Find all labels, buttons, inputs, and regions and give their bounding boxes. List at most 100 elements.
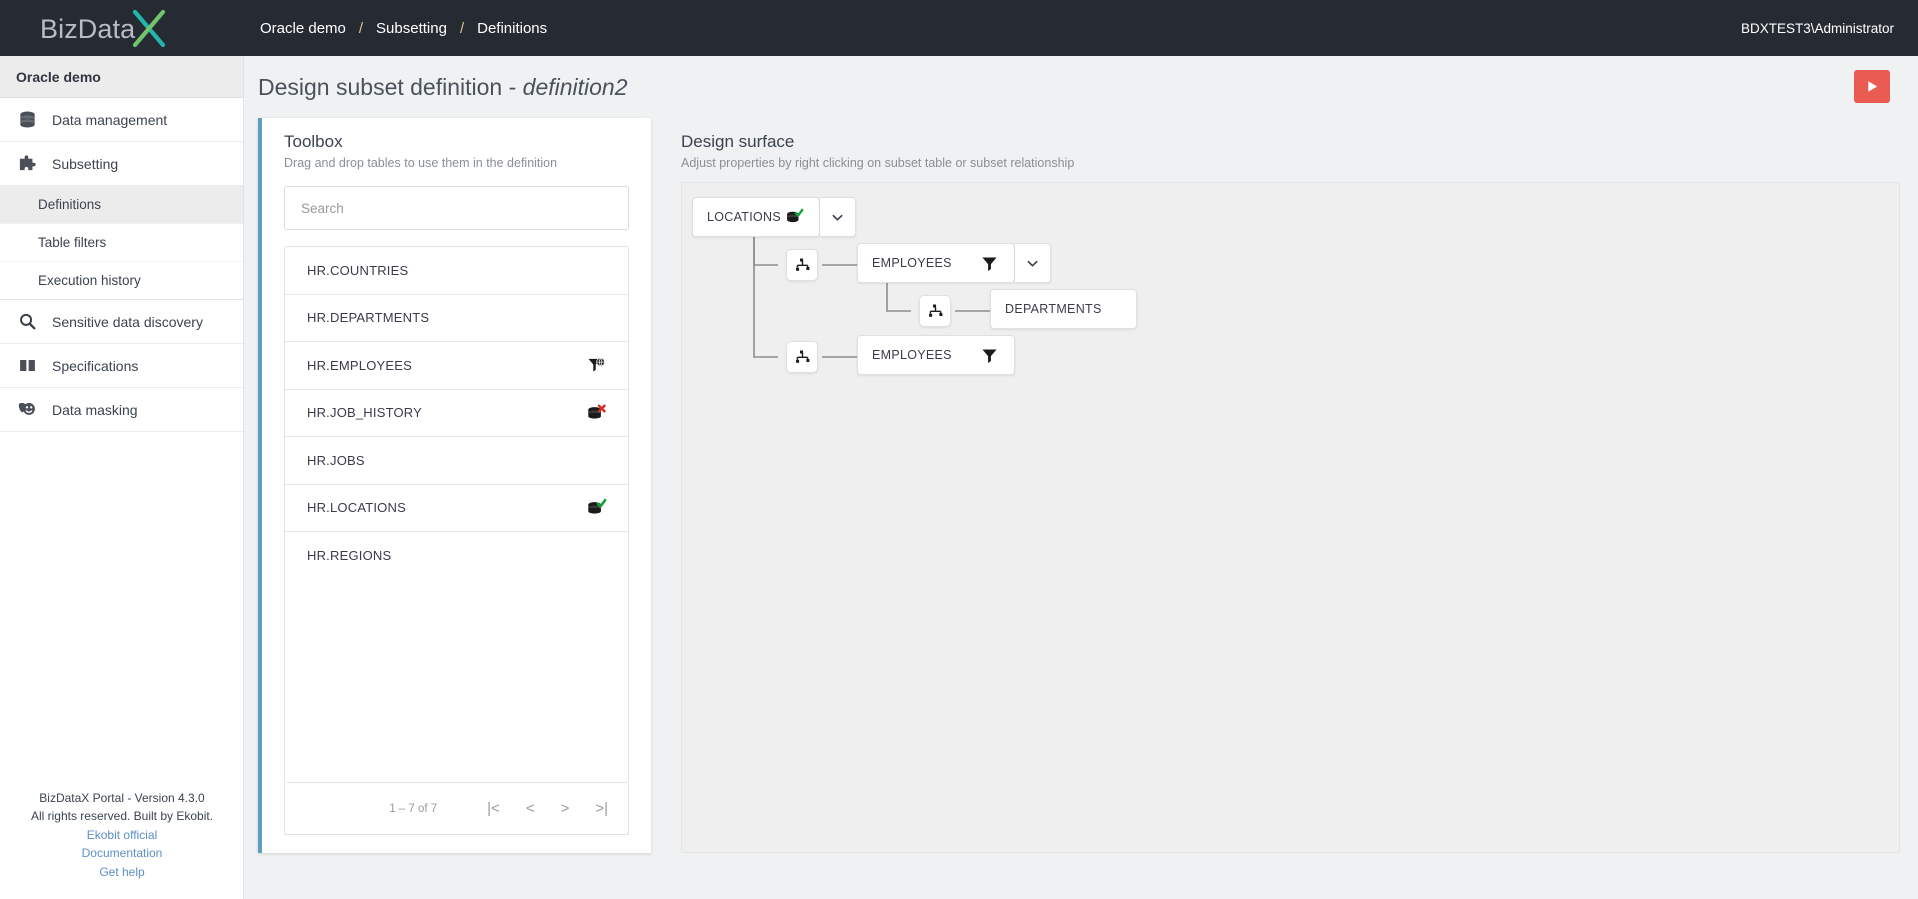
table-row[interactable]: HR.EMPLOYEES — [285, 342, 628, 390]
breadcrumb: Oracle demo / Subsetting / Definitions — [260, 20, 547, 37]
database-error-icon — [584, 401, 608, 425]
user-account-label[interactable]: BDXTEST3\Administrator — [1741, 0, 1894, 56]
table-name: HR.COUNTRIES — [307, 262, 409, 278]
logo-text: BizData — [40, 8, 167, 48]
sidebar-item-subsetting[interactable]: Subsetting — [0, 142, 243, 186]
design-surface-title: Design surface — [681, 132, 795, 151]
design-node-departments[interactable]: DEPARTMENTS — [990, 289, 1137, 329]
design-canvas[interactable]: LOCATIONS EMPLOYEES DEPARTMENTS EMPLOYEE… — [681, 182, 1900, 853]
sidebar-item-label: Sensitive data discovery — [52, 313, 203, 330]
sidebar-item-label: Specifications — [52, 357, 139, 374]
node-label: EMPLOYEES — [872, 256, 952, 270]
node-label: LOCATIONS — [707, 210, 782, 224]
page-title-prefix: Design subset definition - — [258, 73, 523, 100]
sidebar-item-label: Execution history — [38, 273, 141, 288]
footer-link-get-help[interactable]: Get help — [0, 863, 244, 882]
database-check-icon — [584, 496, 608, 520]
sidebar-item-specifications[interactable]: Specifications — [0, 344, 243, 388]
sidebar-item-table-filters[interactable]: Table filters — [0, 224, 243, 262]
main-content: Design subset definition - definition2 T… — [244, 56, 1918, 899]
table-status-icon-none — [584, 448, 608, 472]
sidebar: Oracle demo Data management Subsetting D… — [0, 56, 244, 899]
table-status-icon-none — [584, 306, 608, 330]
node-locations-expand-button[interactable] — [820, 197, 856, 237]
sidebar-project-name: Oracle demo — [0, 56, 243, 98]
run-button[interactable] — [1854, 70, 1890, 103]
book-icon — [16, 355, 38, 377]
footer-link-documentation[interactable]: Documentation — [0, 844, 244, 863]
footer-rights: All rights reserved. Built by Ekobit. — [30, 809, 214, 823]
table-name: HR.REGIONS — [307, 548, 392, 564]
table-list: HR.COUNTRIES HR.DEPARTMENTS HR.EMPLOYEES — [284, 246, 629, 783]
design-surface-subtitle: Adjust properties by right clicking on s… — [681, 156, 1075, 170]
design-node-locations[interactable]: LOCATIONS — [692, 197, 820, 237]
last-page-button[interactable]: >| — [593, 797, 610, 820]
search-input[interactable] — [301, 200, 612, 216]
breadcrumb-item-2[interactable]: Definitions — [477, 20, 547, 37]
design-relationship-node[interactable] — [919, 295, 951, 327]
design-surface-header: Design surface Adjust properties by righ… — [681, 118, 1900, 182]
table-row[interactable]: HR.JOB_HISTORY — [285, 390, 628, 437]
database-icon — [16, 109, 38, 131]
sidebar-item-label: Data management — [52, 111, 168, 128]
sidebar-item-data-management[interactable]: Data management — [0, 98, 243, 142]
table-row[interactable]: HR.COUNTRIES — [285, 247, 628, 295]
breadcrumb-item-1[interactable]: Subsetting — [376, 20, 447, 37]
table-name: HR.JOBS — [307, 452, 365, 468]
table-status-icon-none — [584, 258, 608, 282]
toolbox-header: Toolbox Drag and drop tables to use them… — [262, 118, 651, 182]
chevron-down-icon — [1027, 260, 1038, 267]
play-icon — [1867, 81, 1877, 92]
database-check-icon — [783, 206, 805, 228]
table-name: HR.JOB_HISTORY — [307, 405, 423, 421]
sidebar-item-data-masking[interactable]: Data masking — [0, 388, 243, 432]
sidebar-item-sensitive-data-discovery[interactable]: Sensitive data discovery — [0, 300, 243, 344]
design-node-employees-2[interactable]: EMPLOYEES — [857, 335, 1015, 375]
table-row[interactable]: HR.LOCATIONS — [285, 485, 628, 532]
filter-icon — [978, 252, 1000, 274]
first-page-button[interactable]: |< — [485, 797, 502, 820]
table-name: HR.DEPARTMENTS — [307, 310, 430, 326]
sidebar-footer: BizDataX Portal - Version 4.3.0 All righ… — [0, 789, 244, 882]
chevron-down-icon — [832, 214, 843, 221]
relationship-icon — [928, 304, 942, 317]
breadcrumb-item-0[interactable]: Oracle demo — [260, 20, 346, 37]
node-label: EMPLOYEES — [872, 348, 952, 362]
table-row[interactable]: HR.DEPARTMENTS — [285, 295, 628, 342]
filter-global-icon — [584, 353, 608, 377]
sidebar-item-definitions[interactable]: Definitions — [0, 186, 243, 224]
toolbox-panel: Toolbox Drag and drop tables to use them… — [258, 118, 651, 853]
breadcrumb-separator: / — [358, 19, 364, 37]
previous-page-button[interactable]: < — [524, 797, 537, 820]
puzzle-icon — [16, 153, 38, 175]
definition-name: definition2 — [522, 73, 628, 100]
sidebar-item-label: Subsetting — [52, 155, 119, 172]
search-field[interactable] — [284, 186, 629, 230]
relationship-icon — [795, 350, 809, 363]
logo-word: BizData — [40, 14, 136, 44]
footer-link-ekobit-official[interactable]: Ekobit official — [0, 826, 244, 845]
toolbox-title: Toolbox — [284, 132, 343, 151]
table-row[interactable]: HR.JOBS — [285, 437, 628, 485]
panels-container: Toolbox Drag and drop tables to use them… — [258, 118, 1904, 853]
filter-icon — [978, 344, 1000, 366]
design-node-employees-1[interactable]: EMPLOYEES — [857, 243, 1015, 283]
top-bar: BizData Oracle demo / Subsetting / Defin… — [0, 0, 1918, 56]
sidebar-item-execution-history[interactable]: Execution history — [0, 262, 243, 300]
toolbox-subtitle: Drag and drop tables to use them in the … — [284, 156, 558, 170]
table-name: HR.LOCATIONS — [307, 500, 406, 516]
table-row[interactable]: HR.REGIONS — [285, 532, 628, 580]
masks-icon — [16, 399, 38, 421]
app-logo[interactable]: BizData — [0, 0, 244, 56]
next-page-button[interactable]: > — [559, 797, 572, 820]
table-name: HR.EMPLOYEES — [307, 357, 412, 373]
relationship-icon — [795, 258, 809, 271]
node-employees-expand-button[interactable] — [1015, 243, 1051, 283]
sidebar-item-label: Definitions — [38, 197, 102, 212]
design-relationship-node[interactable] — [786, 341, 818, 373]
table-status-icon-none — [584, 544, 608, 568]
search-icon — [16, 311, 38, 333]
design-relationship-node[interactable] — [786, 249, 818, 281]
logo-x-icon — [131, 8, 167, 48]
node-label: DEPARTMENTS — [1005, 302, 1102, 316]
